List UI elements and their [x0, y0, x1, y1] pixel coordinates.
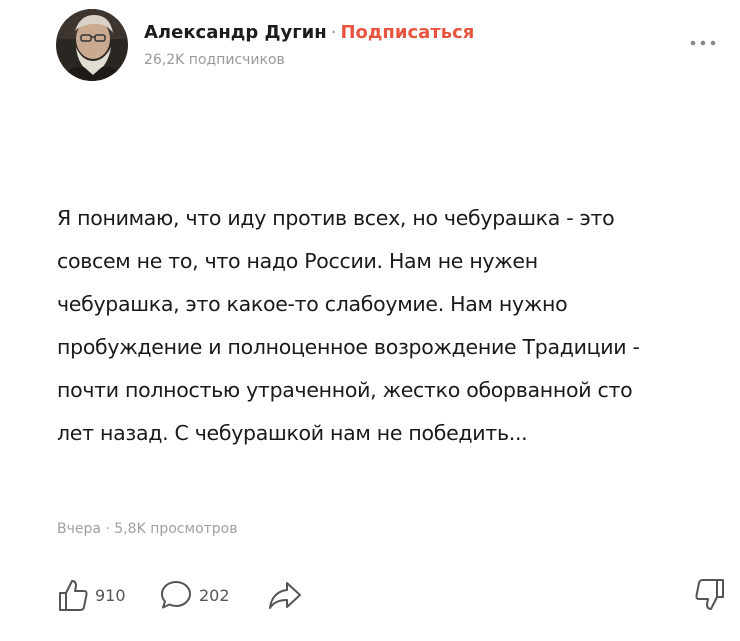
thumbs-up-icon [57, 578, 89, 612]
author-line: Александр Дугин · Подписаться [144, 22, 474, 43]
post-text-line: пробуждение и полноценное возрождение Тр… [57, 335, 640, 359]
subscriber-count: 26,2K подписчиков [144, 52, 285, 68]
separator-dot: · [330, 22, 337, 43]
post-text-line: Я понимаю, что иду против всех, но чебур… [57, 206, 615, 230]
like-count: 910 [95, 585, 126, 605]
post-card: Александр Дугин · Подписаться 26,2K подпис… [0, 0, 740, 641]
post-header: Александр Дугин · Подписаться 26,2K подпис… [56, 9, 720, 85]
post-text-line: совсем не то, что надо России. Нам не ну… [57, 249, 538, 273]
like-button[interactable]: 910 [57, 574, 126, 616]
post-text-line: лет назад. С чебурашкой нам не победить.… [57, 421, 528, 445]
comment-button[interactable]: 202 [159, 574, 230, 616]
dislike-button[interactable] [694, 574, 726, 616]
post-text-line: почти полностью утраченной, жестко оборв… [57, 378, 633, 402]
post-text-line: чебурашка, это какое-то слабоумие. Нам н… [57, 292, 568, 316]
avatar[interactable] [56, 9, 128, 81]
post-meta: Вчера · 5,8K просмотров [57, 521, 238, 537]
share-button[interactable] [267, 574, 303, 616]
subscribe-button[interactable]: Подписаться [340, 22, 474, 43]
thumbs-down-icon [694, 578, 726, 612]
post-text: Я понимаю, что иду против всех, но чебур… [57, 197, 732, 455]
author-name[interactable]: Александр Дугин [144, 22, 327, 43]
comment-count: 202 [199, 585, 230, 605]
share-arrow-icon [267, 579, 303, 611]
more-dots-icon[interactable] [688, 35, 718, 49]
comment-bubble-icon [159, 579, 193, 611]
action-bar: 910 202 [57, 574, 726, 616]
